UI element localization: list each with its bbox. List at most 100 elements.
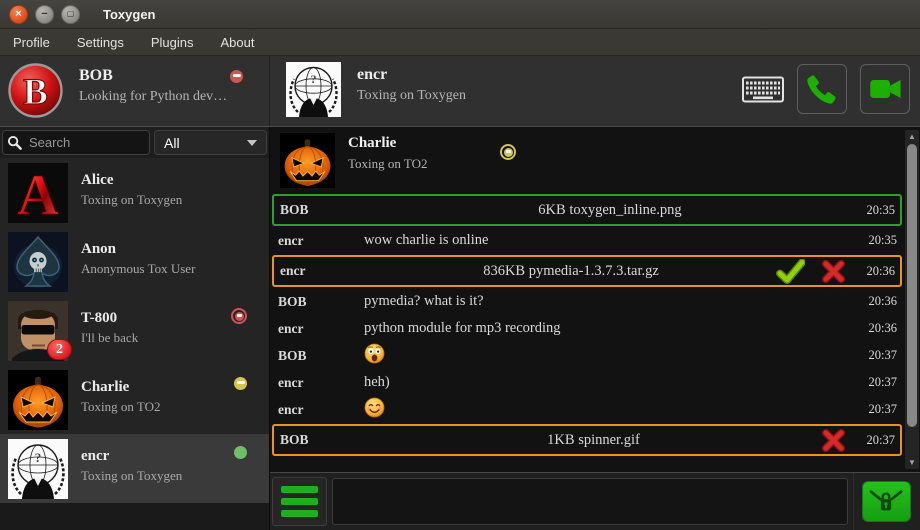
message-row: BOB pymedia? what is it? 20:36 xyxy=(272,288,902,315)
message-sender: encr xyxy=(272,375,364,391)
decline-file-icon[interactable] xyxy=(821,428,846,453)
menu-about[interactable]: About xyxy=(220,35,254,50)
file-transfer-row[interactable]: encr 836KB pymedia-1.3.7.3.tar.gz xyxy=(272,255,902,287)
unread-badge: 2 xyxy=(47,339,72,360)
filter-value: All xyxy=(164,135,180,151)
message-time: 20:36 xyxy=(856,321,902,336)
audio-call-button[interactable] xyxy=(797,64,847,114)
self-avatar-bob[interactable]: B xyxy=(8,63,63,118)
svg-text:A: A xyxy=(17,163,59,223)
scrollbar-thumb[interactable] xyxy=(907,144,917,427)
minimize-icon: − xyxy=(41,9,47,20)
maximize-icon: ▢ xyxy=(67,10,75,18)
menu-settings[interactable]: Settings xyxy=(77,35,124,50)
menubar: Profile Settings Plugins About xyxy=(0,29,920,56)
message-sender: encr xyxy=(272,402,364,418)
self-status-message: Looking for Python dev… xyxy=(79,89,227,105)
busy-status-icon xyxy=(231,308,247,324)
message-row: encr heh) 20:37 xyxy=(272,369,902,396)
chat-scrollbar[interactable]: ▲ ▼ xyxy=(905,130,919,469)
message-sender: BOB xyxy=(272,294,364,310)
contact-status-message: Toxing on TO2 xyxy=(81,399,161,415)
scroll-up-icon[interactable]: ▲ xyxy=(908,130,916,143)
file-transfer-row[interactable]: BOB 6KB toxygen_inline.png 20:35 xyxy=(272,194,902,226)
contact-name: T-800 xyxy=(81,310,138,327)
search-row: All xyxy=(0,127,269,158)
svg-text:?: ? xyxy=(311,72,317,86)
search-icon xyxy=(7,135,22,150)
scared-face-emoji xyxy=(364,343,385,364)
message-row: encr python module for mp3 recording 20:… xyxy=(272,315,902,342)
charlie-avatar-pumpkin xyxy=(8,370,68,430)
send-message-button[interactable] xyxy=(862,481,911,522)
minimize-button[interactable]: − xyxy=(35,5,54,24)
message-row: encr 20:37 xyxy=(272,396,902,423)
message-time: 20:37 xyxy=(854,433,900,448)
message-text: python module for mp3 recording xyxy=(364,320,856,337)
message-time: 20:35 xyxy=(854,203,900,218)
message-row: encr wow charlie is online 20:35 xyxy=(272,227,902,254)
contact-charlie[interactable]: Charlie Toxing on TO2 xyxy=(0,365,269,434)
file-name: 1KB spinner.gif xyxy=(366,432,821,449)
video-camera-icon xyxy=(867,71,903,107)
chat-history: Charlie Toxing on TO2 BOB 6KB toxygen_in… xyxy=(270,127,920,472)
scroll-down-icon[interactable]: ▼ xyxy=(908,456,916,469)
message-time: 20:37 xyxy=(856,375,902,390)
active-friend-header: ? encr Toxing on Toxygen xyxy=(270,56,466,126)
contact-name: Anon xyxy=(81,241,195,258)
message-input[interactable] xyxy=(332,478,848,525)
search-input[interactable] xyxy=(27,134,149,151)
contact-filter-dropdown[interactable]: All xyxy=(154,130,267,155)
message-sender: encr xyxy=(272,233,364,249)
contact-status-message: Toxing on Toxygen xyxy=(81,468,182,484)
maximize-button[interactable]: ▢ xyxy=(61,5,80,24)
phone-icon xyxy=(804,71,840,107)
svg-text:B: B xyxy=(23,72,48,113)
friend-status-message: Toxing on Toxygen xyxy=(357,88,466,104)
contact-encr[interactable]: ? encr Toxing on Toxygen xyxy=(0,434,269,503)
sidebar: All A Alice Toxing on Toxygen xyxy=(0,127,270,530)
message-sender: encr xyxy=(274,263,366,279)
sidebar-filler xyxy=(0,503,269,530)
menu-plugins[interactable]: Plugins xyxy=(151,35,194,50)
contact-name: encr xyxy=(81,448,182,465)
message-sender: BOB xyxy=(272,348,364,364)
header: B BOB Looking for Python dev… ? xyxy=(0,56,920,127)
message-text: pymedia? what is it? xyxy=(364,293,856,310)
video-call-button[interactable] xyxy=(860,64,910,114)
file-name: 836KB pymedia-1.3.7.3.tar.gz xyxy=(366,263,776,280)
menu-profile[interactable]: Profile xyxy=(13,35,50,50)
chat-peer-name: Charlie xyxy=(348,135,428,152)
message-time: 20:36 xyxy=(856,294,902,309)
friend-name: encr xyxy=(357,66,466,84)
self-name: BOB xyxy=(79,67,227,85)
smiling-face-emoji xyxy=(364,397,385,418)
message-time: 20:35 xyxy=(856,233,902,248)
chat-panel: Charlie Toxing on TO2 BOB 6KB toxygen_in… xyxy=(270,127,920,530)
toxygen-window: × − ▢ Toxygen Profile Settings Plugins A… xyxy=(0,0,920,528)
message-sender: BOB xyxy=(274,432,366,448)
message-text: wow charlie is online xyxy=(364,232,856,249)
contact-status-message: I'll be back xyxy=(81,330,138,346)
search-box[interactable] xyxy=(2,130,150,155)
message-emoji xyxy=(364,343,856,369)
main-body: All A Alice Toxing on Toxygen xyxy=(0,127,920,530)
message-time: 20:37 xyxy=(856,402,902,417)
contact-alice[interactable]: A Alice Toxing on Toxygen xyxy=(0,158,269,227)
close-button[interactable]: × xyxy=(9,5,28,24)
decline-file-icon[interactable] xyxy=(821,259,846,284)
chat-menu-button[interactable] xyxy=(272,477,327,526)
chat-peer-status-message: Toxing on TO2 xyxy=(348,156,428,172)
contact-anon[interactable]: Anon Anonymous Tox User xyxy=(0,227,269,296)
file-transfer-row[interactable]: BOB 1KB spinner.gif 20:37 xyxy=(272,424,902,456)
self-profile[interactable]: B BOB Looking for Python dev… xyxy=(0,56,270,126)
message-time: 20:36 xyxy=(854,264,900,279)
send-button-area xyxy=(853,473,918,530)
contact-t800[interactable]: T-800 I'll be back 2 xyxy=(0,296,269,365)
header-actions xyxy=(742,64,910,114)
away-status-icon xyxy=(234,377,247,390)
keyboard-icon[interactable] xyxy=(742,76,784,103)
accept-file-icon[interactable] xyxy=(776,259,805,284)
contact-name: Alice xyxy=(81,172,182,189)
titlebar: × − ▢ Toxygen xyxy=(0,0,920,29)
